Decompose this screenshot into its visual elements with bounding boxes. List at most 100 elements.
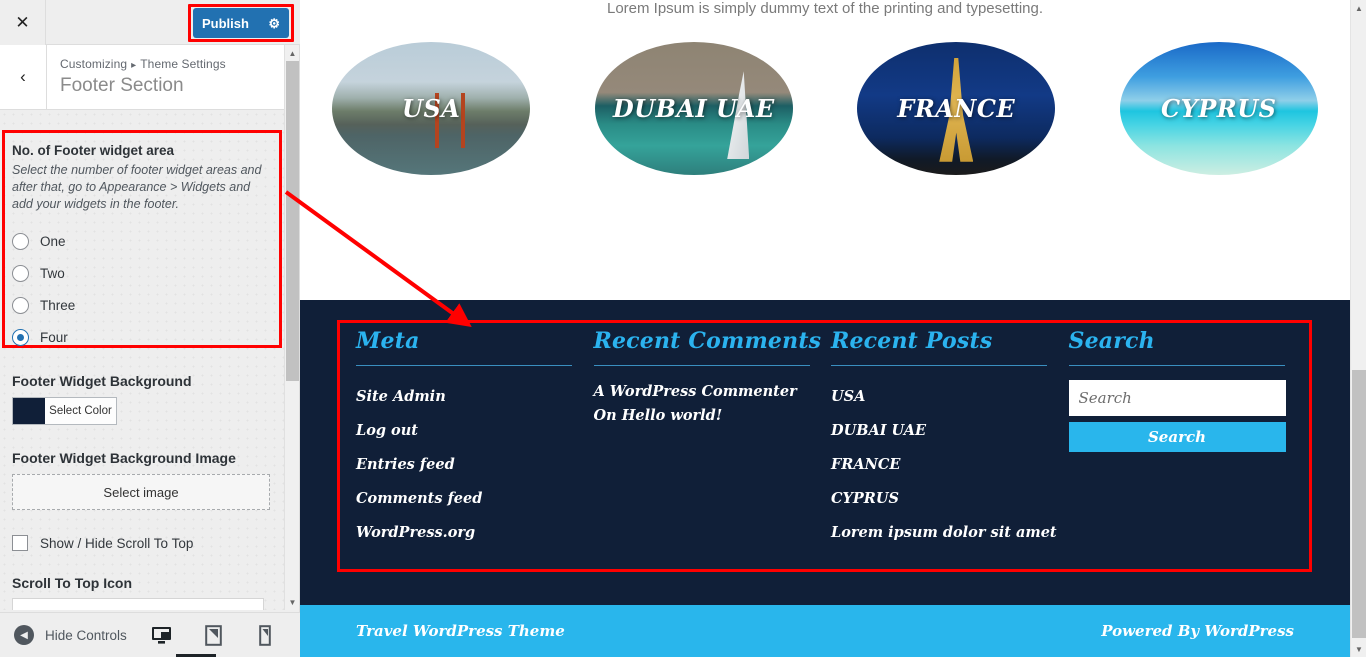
- breadcrumb-current[interactable]: Theme Settings: [140, 57, 225, 71]
- publish-highlight-box: Publish ⚙: [188, 4, 294, 42]
- meta-list: Site Admin Log out Entries feed Comments…: [356, 380, 594, 550]
- show-hide-scroll-to-top-row[interactable]: Show / Hide Scroll To Top: [12, 535, 193, 551]
- close-icon[interactable]: ✕: [0, 0, 46, 45]
- footer-widget-area-label: No. of Footer widget area: [12, 143, 270, 158]
- footer-widget-background-label: Footer Widget Background: [12, 373, 192, 389]
- search-button[interactable]: Search: [1069, 422, 1286, 452]
- publish-button-label: Publish: [202, 16, 249, 31]
- radio-icon-selected[interactable]: [12, 329, 29, 346]
- radio-label: Four: [40, 330, 68, 345]
- destination-oval-cyprus[interactable]: CYPRUS: [1120, 42, 1318, 175]
- radio-option-three[interactable]: Three: [12, 289, 270, 321]
- destination-label: FRANCE: [897, 94, 1015, 123]
- list-item[interactable]: Log out: [356, 414, 594, 448]
- checkbox-icon[interactable]: [12, 535, 28, 551]
- title-underline: [1069, 365, 1285, 366]
- radio-option-four[interactable]: Four: [12, 321, 270, 353]
- customizer-screen: ✕ Publish ⚙ ‹ Customizing▸Theme Settings…: [0, 0, 1366, 657]
- destination-label: USA: [402, 94, 460, 123]
- widget-title: Search: [1069, 328, 1307, 354]
- footer-bottom-bar: Travel WordPress Theme Powered By WordPr…: [300, 605, 1350, 657]
- back-chevron-icon[interactable]: ‹: [0, 45, 47, 109]
- scroll-to-top-icon-label: Scroll To Top Icon: [12, 575, 264, 591]
- list-item[interactable]: Site Admin: [356, 380, 594, 414]
- scroll-to-top-icon-select[interactable]: [12, 598, 264, 610]
- radio-option-two[interactable]: Two: [12, 257, 270, 289]
- hide-controls-button[interactable]: ◀ Hide Controls: [14, 625, 127, 645]
- gear-icon[interactable]: ⚙: [268, 17, 280, 30]
- list-item[interactable]: Comments feed: [356, 482, 594, 516]
- collapse-icon[interactable]: ◀: [14, 625, 34, 645]
- list-item[interactable]: DUBAI UAE: [831, 414, 1069, 448]
- radio-icon[interactable]: [12, 297, 29, 314]
- site-preview: Lorem Ipsum is simply dummy text of the …: [300, 0, 1366, 657]
- footer-widget-background-image-label: Footer Widget Background Image: [12, 450, 270, 466]
- destination-oval-france[interactable]: FRANCE: [857, 42, 1055, 175]
- destination-label: CYPRUS: [1161, 94, 1277, 123]
- customizer-sidebar: ✕ Publish ⚙ ‹ Customizing▸Theme Settings…: [0, 0, 300, 657]
- destination-label: DUBAI UAE: [613, 94, 775, 123]
- customizer-header: ✕ Publish ⚙: [0, 0, 300, 45]
- sidebar-scrollbar-thumb[interactable]: [286, 61, 299, 381]
- breadcrumb-root[interactable]: Customizing: [60, 57, 127, 71]
- title-underline: [356, 365, 572, 366]
- sidebar-scrollbar[interactable]: ▲ ▼: [284, 45, 299, 610]
- customizer-controls: No. of Footer widget area Select the num…: [0, 110, 285, 610]
- radio-label: Three: [40, 298, 75, 313]
- color-swatch: [13, 398, 45, 424]
- widget-title: Meta: [356, 328, 594, 354]
- footer-column-meta: Meta Site Admin Log out Entries feed Com…: [356, 328, 594, 550]
- scroll-down-icon[interactable]: ▼: [1351, 641, 1366, 657]
- footer-widget-area: Meta Site Admin Log out Entries feed Com…: [300, 300, 1350, 605]
- select-color-label: Select Color: [45, 405, 116, 417]
- radio-label: One: [40, 234, 66, 249]
- preview-scrollbar[interactable]: ▲ ▼: [1350, 0, 1366, 657]
- desktop-icon[interactable]: [150, 623, 172, 647]
- scroll-down-icon[interactable]: ▼: [285, 594, 300, 610]
- radio-icon[interactable]: [12, 233, 29, 250]
- title-underline: [831, 365, 1047, 366]
- list-item[interactable]: FRANCE: [831, 448, 1069, 482]
- footer-widget-area-description: Select the number of footer widget areas…: [12, 162, 270, 213]
- list-item[interactable]: USA: [831, 380, 1069, 414]
- footer-columns: Meta Site Admin Log out Entries feed Com…: [356, 328, 1306, 550]
- breadcrumb-separator-icon: ▸: [127, 60, 140, 71]
- page-title: Footer Section: [60, 75, 184, 97]
- radio-icon[interactable]: [12, 265, 29, 282]
- destination-gallery: USA DUBAI UAE FRANCE CYPRUS: [300, 42, 1350, 175]
- search-form: Search: [1069, 380, 1307, 452]
- list-item[interactable]: WordPress.org: [356, 516, 594, 550]
- widget-title: Recent Comments: [594, 328, 832, 354]
- list-item[interactable]: Entries feed: [356, 448, 594, 482]
- tablet-icon[interactable]: [202, 623, 224, 647]
- device-preview-group: [150, 623, 276, 647]
- recent-posts-list: USA DUBAI UAE FRANCE CYPRUS Lorem ipsum …: [831, 380, 1069, 550]
- section-header: ‹ Customizing▸Theme Settings Footer Sect…: [0, 45, 285, 110]
- title-underline: [594, 365, 810, 366]
- select-image-button[interactable]: Select image: [12, 474, 270, 510]
- footer-column-recent-comments: Recent Comments A WordPress Commenter On…: [594, 328, 832, 550]
- radio-option-one[interactable]: One: [12, 225, 270, 257]
- destination-oval-usa[interactable]: USA: [332, 42, 530, 175]
- destination-oval-dubai[interactable]: DUBAI UAE: [595, 42, 793, 175]
- list-item[interactable]: Lorem ipsum dolor sit amet: [831, 516, 1069, 550]
- select-color-button[interactable]: Select Color: [12, 397, 117, 425]
- footer-column-search: Search Search: [1069, 328, 1307, 550]
- footer-credit-left: Travel WordPress Theme: [356, 622, 565, 640]
- search-input[interactable]: [1069, 380, 1286, 416]
- footer-column-recent-posts: Recent Posts USA DUBAI UAE FRANCE CYPRUS…: [831, 328, 1069, 550]
- radio-label: Two: [40, 266, 65, 281]
- preview-scrollbar-thumb[interactable]: [1352, 370, 1366, 638]
- scroll-up-icon[interactable]: ▲: [1351, 0, 1366, 16]
- site-tagline: Lorem Ipsum is simply dummy text of the …: [300, 0, 1350, 17]
- list-item[interactable]: CYPRUS: [831, 482, 1069, 516]
- recent-comment-entry[interactable]: A WordPress Commenter On Hello world!: [594, 380, 804, 428]
- show-hide-scroll-to-top-label: Show / Hide Scroll To Top: [40, 536, 193, 551]
- scroll-up-icon[interactable]: ▲: [285, 45, 300, 61]
- breadcrumb: Customizing▸Theme Settings: [60, 57, 226, 71]
- publish-button[interactable]: Publish ⚙: [193, 8, 289, 38]
- customizer-footer-bar: ◀ Hide Controls: [0, 612, 300, 657]
- footer-credit-right[interactable]: Powered By WordPress: [1101, 622, 1294, 640]
- widget-title: Recent Posts: [831, 328, 1069, 354]
- mobile-icon[interactable]: [254, 623, 276, 647]
